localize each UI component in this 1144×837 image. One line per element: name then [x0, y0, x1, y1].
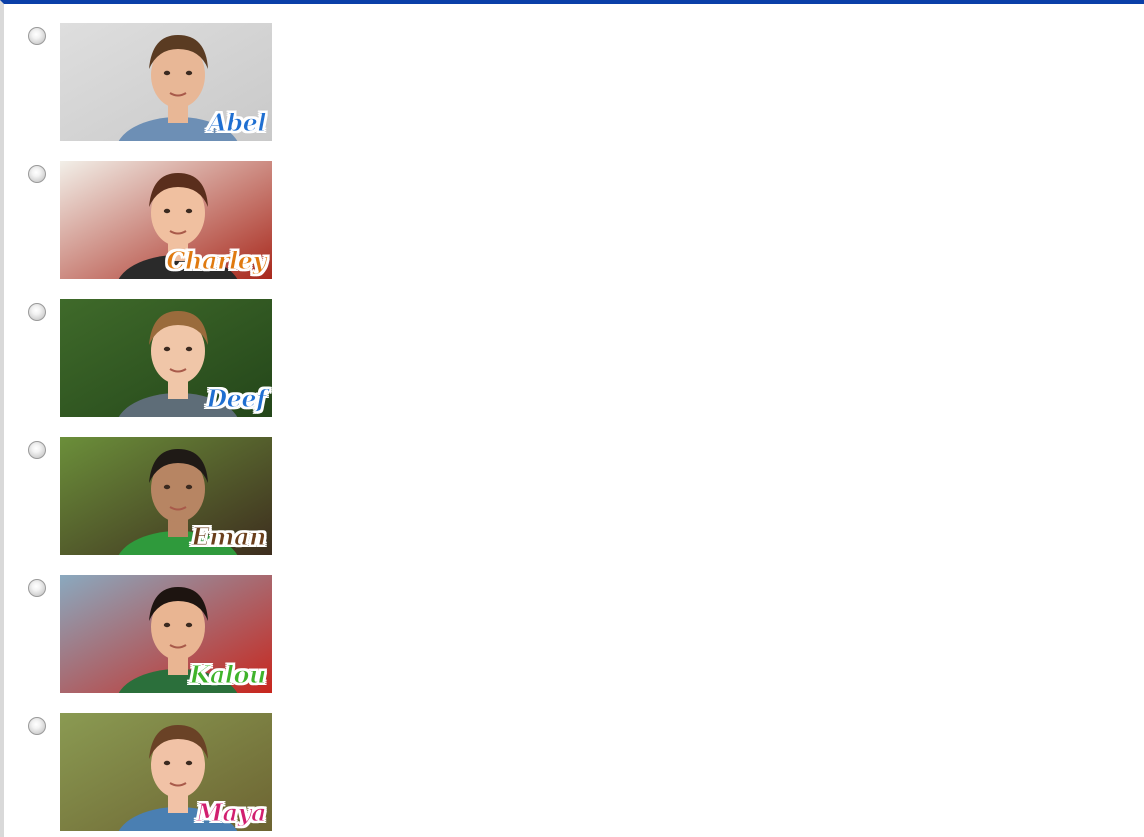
- choice-eman[interactable]: Eman: [4, 437, 304, 557]
- choice-kalou[interactable]: Kalou: [4, 575, 304, 695]
- photo-deef[interactable]: Deef: [60, 299, 272, 417]
- choice-abel[interactable]: Abel: [4, 23, 304, 143]
- name-label-charley: Charley: [166, 246, 267, 275]
- name-label-maya: Maya: [196, 798, 267, 827]
- radio-charley[interactable]: [28, 165, 46, 183]
- photo-kalou[interactable]: Kalou: [60, 575, 272, 693]
- radio-deef[interactable]: [28, 303, 46, 321]
- choice-deef[interactable]: Deef: [4, 299, 304, 419]
- radio-maya[interactable]: [28, 717, 46, 735]
- name-label-abel: Abel: [208, 108, 267, 137]
- character-choice-list: Abel Charley Deef Eman Kalou Maya: [4, 4, 1144, 837]
- choice-maya[interactable]: Maya: [4, 713, 304, 833]
- radio-kalou[interactable]: [28, 579, 46, 597]
- radio-abel[interactable]: [28, 27, 46, 45]
- photo-charley[interactable]: Charley: [60, 161, 272, 279]
- photo-abel[interactable]: Abel: [60, 23, 272, 141]
- photo-maya[interactable]: Maya: [60, 713, 272, 831]
- name-label-deef: Deef: [206, 384, 267, 413]
- choice-charley[interactable]: Charley: [4, 161, 304, 281]
- page: Abel Charley Deef Eman Kalou Maya: [0, 0, 1144, 837]
- radio-eman[interactable]: [28, 441, 46, 459]
- photo-eman[interactable]: Eman: [60, 437, 272, 555]
- name-label-kalou: Kalou: [189, 660, 267, 689]
- name-label-eman: Eman: [191, 522, 267, 551]
